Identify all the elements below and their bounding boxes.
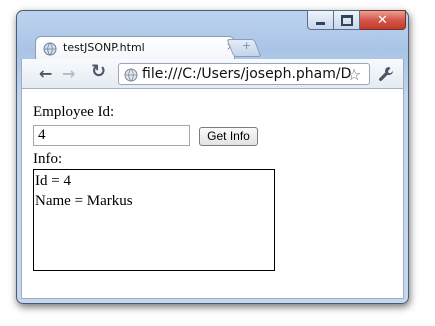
- minimize-icon: [316, 21, 325, 25]
- maximize-icon: [340, 14, 353, 26]
- new-tab-plus-icon: +: [242, 39, 252, 52]
- maximize-button[interactable]: [334, 10, 360, 30]
- info-output-box[interactable]: Id = 4 Name = Markus: [33, 169, 275, 271]
- address-url-text: file:///C:/Users/joseph.pham/D: [142, 66, 352, 82]
- bookmark-star-icon[interactable]: ☆: [347, 65, 361, 84]
- globe-icon: [124, 67, 138, 84]
- minimize-button[interactable]: [307, 10, 334, 30]
- back-arrow-icon[interactable]: ←: [39, 66, 52, 82]
- page-globe-icon: [43, 41, 57, 60]
- info-line-id: Id = 4: [35, 173, 71, 189]
- close-icon: ✕: [377, 12, 388, 28]
- tab-testjsonp[interactable]: testJSONP.html ×: [35, 36, 235, 60]
- reload-icon[interactable]: ↻: [91, 63, 106, 81]
- address-bar[interactable]: file:///C:/Users/joseph.pham/D: [118, 63, 370, 85]
- forward-arrow-icon[interactable]: →: [62, 66, 75, 82]
- info-line-name: Name = Markus: [35, 193, 133, 209]
- get-info-button[interactable]: Get Info: [199, 127, 258, 146]
- employee-id-input[interactable]: 4: [33, 125, 190, 146]
- info-label: Info:: [33, 151, 63, 167]
- wrench-menu-icon[interactable]: [378, 66, 394, 86]
- tab-title: testJSONP.html: [63, 41, 145, 54]
- employee-id-label: Employee Id:: [33, 104, 115, 120]
- close-window-button[interactable]: ✕: [360, 10, 406, 30]
